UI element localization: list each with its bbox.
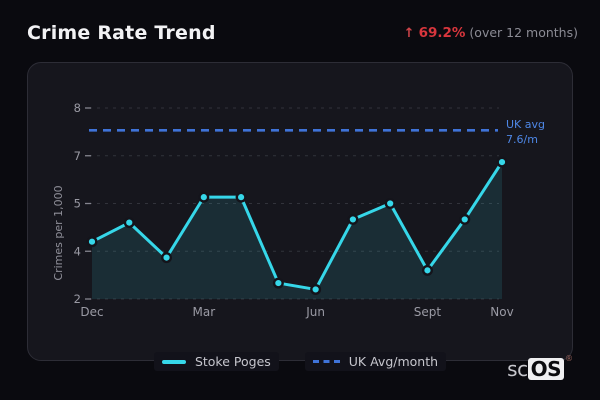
logo-text-os: OS	[527, 358, 564, 380]
data-point[interactable]	[496, 156, 508, 168]
logo-text-sc: sc	[507, 357, 528, 381]
trend-stat: ↑ 69.2% (over 12 months)	[404, 25, 578, 41]
legend-label: Stoke Poges	[194, 354, 271, 369]
legend-item-stoke-poges[interactable]: Stoke Poges	[153, 352, 279, 371]
x-tick-label: Dec	[80, 305, 103, 319]
y-tick-label: 8	[74, 101, 81, 115]
data-point[interactable]	[86, 236, 98, 248]
y-tick-label: 7	[74, 149, 81, 163]
crime-dashboard: Crime Rate Trend ↑ 69.2% (over 12 months…	[0, 0, 600, 400]
scos-logo: sc OS ®	[507, 354, 573, 381]
legend-label: UK Avg/month	[348, 354, 439, 369]
y-axis-title: Crimes per 1,000	[52, 185, 65, 280]
data-point[interactable]	[235, 191, 247, 203]
y-tick-label: 2	[74, 292, 81, 306]
data-point[interactable]	[384, 197, 396, 209]
y-tick-label: 4	[74, 244, 81, 258]
chart-card: 2 4 5 7 8 Crimes per 1,000 Dec Mar Jun Sept Nov UK …	[27, 62, 573, 361]
x-tick-label: Mar	[192, 305, 215, 319]
data-point[interactable]	[198, 191, 210, 203]
x-tick-label: Sept	[414, 305, 442, 319]
data-point[interactable]	[310, 283, 322, 295]
data-point[interactable]	[459, 213, 471, 225]
data-point[interactable]	[161, 252, 173, 264]
solid-line-swatch-icon	[161, 359, 186, 364]
uk-average-label: UK avg	[506, 118, 545, 131]
data-point[interactable]	[123, 217, 135, 229]
crime-trend-chart[interactable]: 2 4 5 7 8 Crimes per 1,000 Dec Mar Jun Sept Nov UK …	[28, 63, 574, 362]
y-tick-label: 5	[74, 197, 81, 211]
data-point[interactable]	[421, 264, 433, 276]
data-point[interactable]	[272, 277, 284, 289]
legend-item-uk-avg[interactable]: UK Avg/month	[304, 352, 447, 371]
trend-context: (over 12 months)	[469, 25, 578, 40]
data-point[interactable]	[347, 213, 359, 225]
trend-up-arrow-icon: ↑	[403, 26, 415, 41]
registered-trademark-icon: ®	[565, 354, 573, 363]
page-title: Crime Rate Trend	[27, 22, 216, 44]
dashed-line-swatch-icon	[312, 360, 340, 363]
header: Crime Rate Trend ↑ 69.2% (over 12 months…	[27, 22, 578, 44]
x-tick-label: Jun	[305, 305, 325, 319]
series-area-fill	[92, 162, 502, 299]
x-tick-label: Nov	[490, 305, 513, 319]
uk-average-label: 7.6/m	[506, 133, 538, 146]
trend-percentage: 69.2%	[418, 25, 466, 41]
